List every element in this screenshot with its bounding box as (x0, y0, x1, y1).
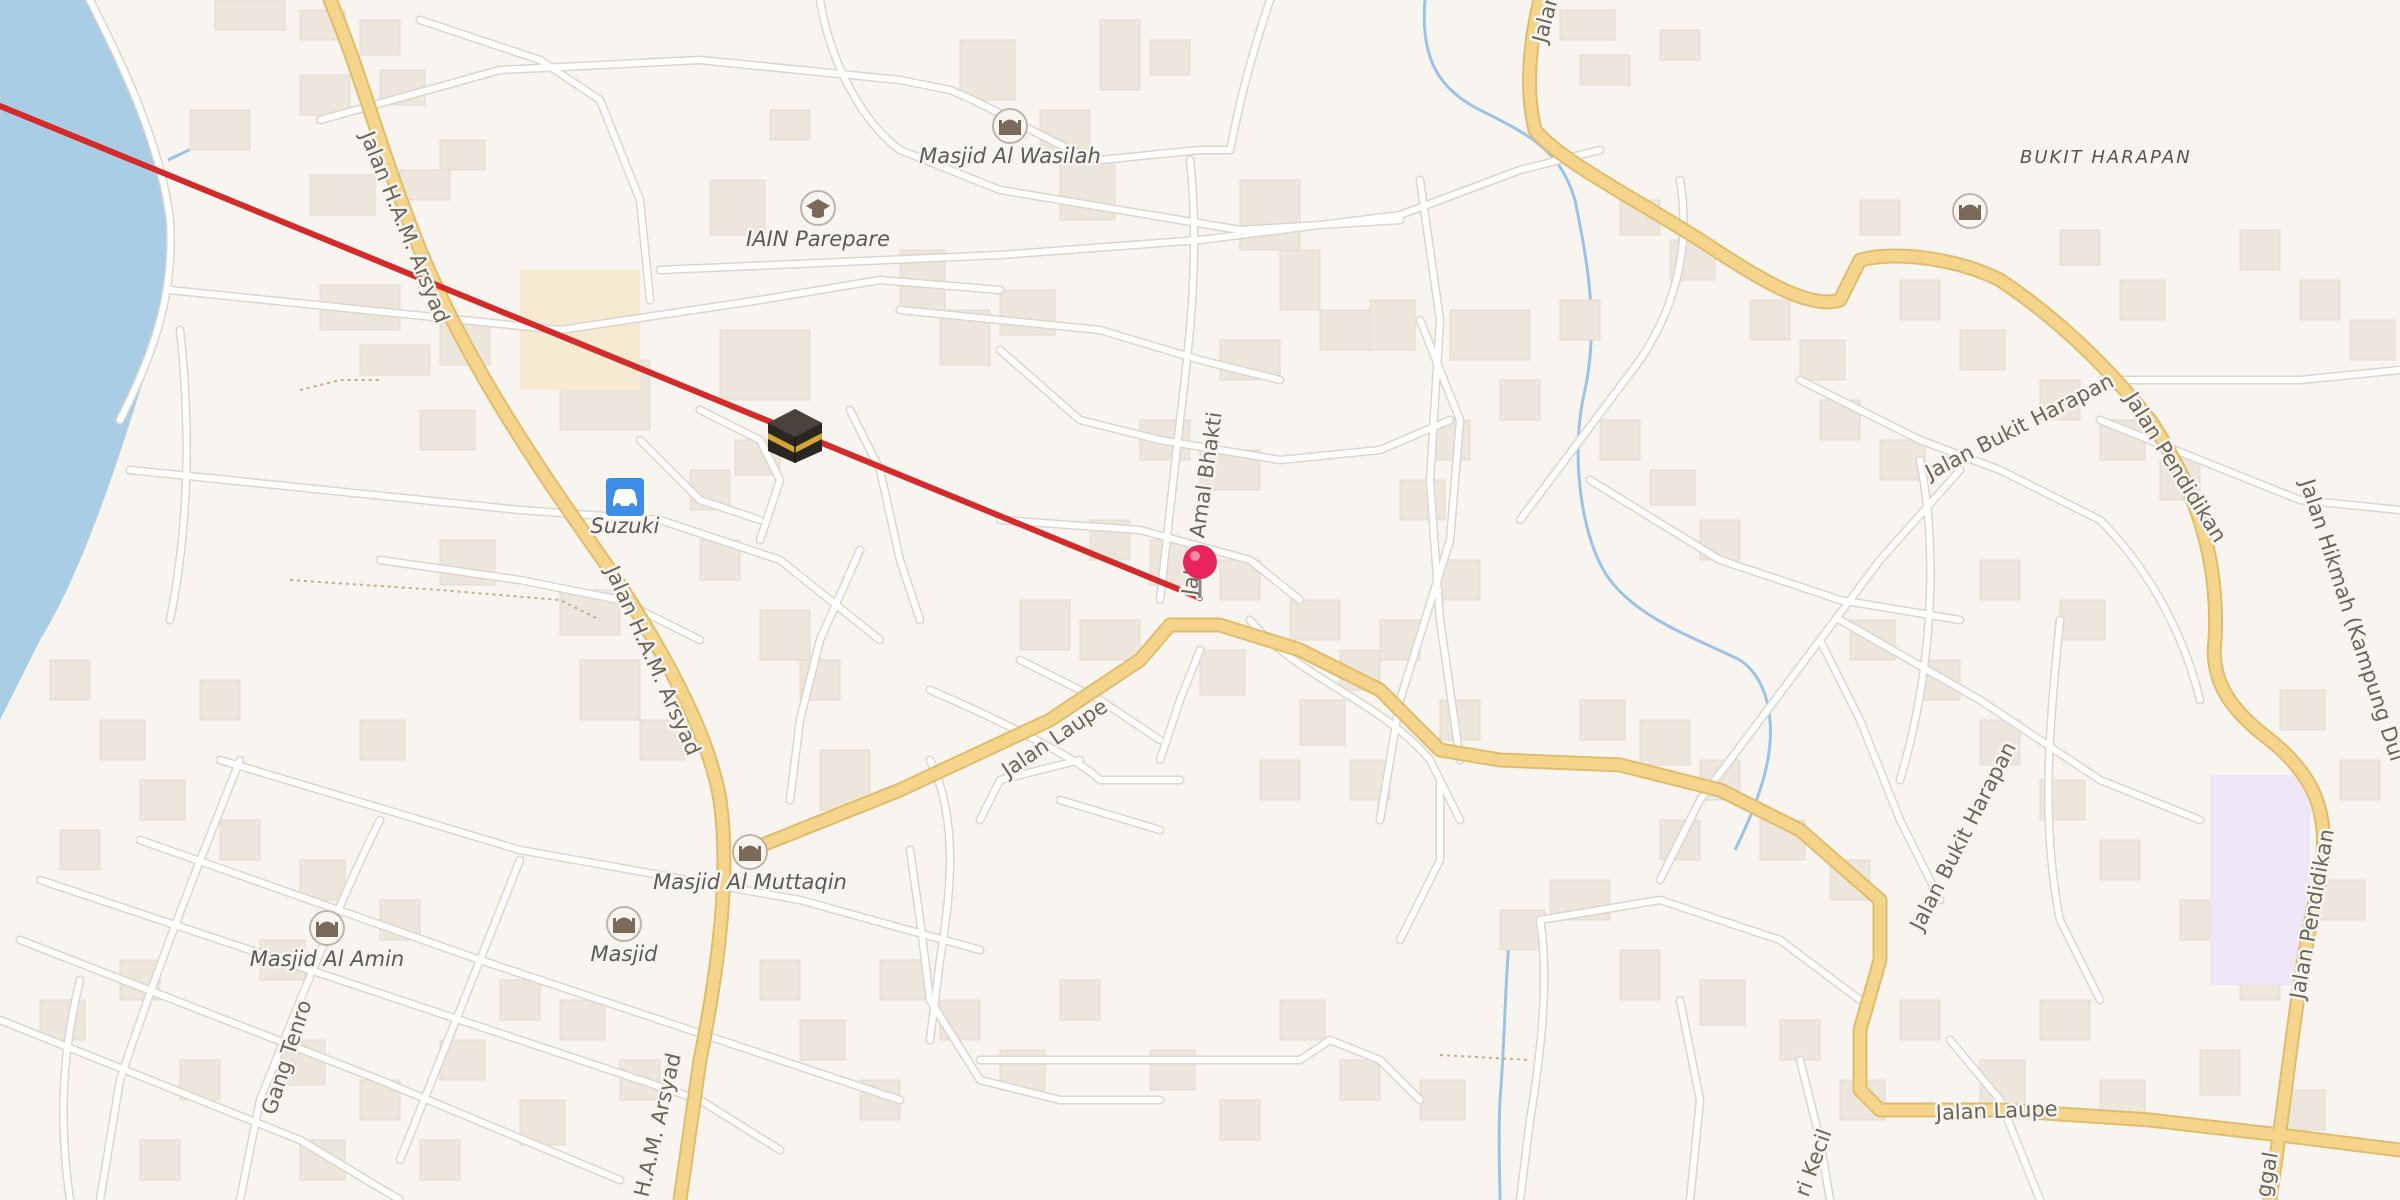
university-icon (800, 190, 836, 226)
map-canvas[interactable]: Jalan H.A.M. Arsyad Jalan H.A.M. Arsyad … (0, 0, 2400, 1200)
mosque-icon (606, 906, 642, 942)
mosque-icon (732, 834, 768, 870)
poi-label: Masjid Al Amin (250, 947, 404, 971)
mosque-icon (992, 108, 1028, 144)
poi-label: Masjid (591, 942, 659, 966)
car-icon (606, 478, 644, 516)
road-label-jalan-laupe-right: Jalan Laupe (1933, 1097, 2058, 1125)
poi-label: Suzuki (591, 514, 660, 538)
poi-label: Masjid Al Wasilah (919, 144, 1101, 168)
poi-label: IAIN Parepare (746, 227, 890, 251)
mosque-icon (1952, 193, 1988, 229)
poi-label: Masjid Al Muttaqin (653, 870, 847, 894)
mosque-icon (309, 910, 345, 946)
poi-bukit-harapan-mosque[interactable] (1952, 193, 1988, 229)
area-label-bukit-harapan: BUKIT HARAPAN (2020, 147, 2192, 168)
